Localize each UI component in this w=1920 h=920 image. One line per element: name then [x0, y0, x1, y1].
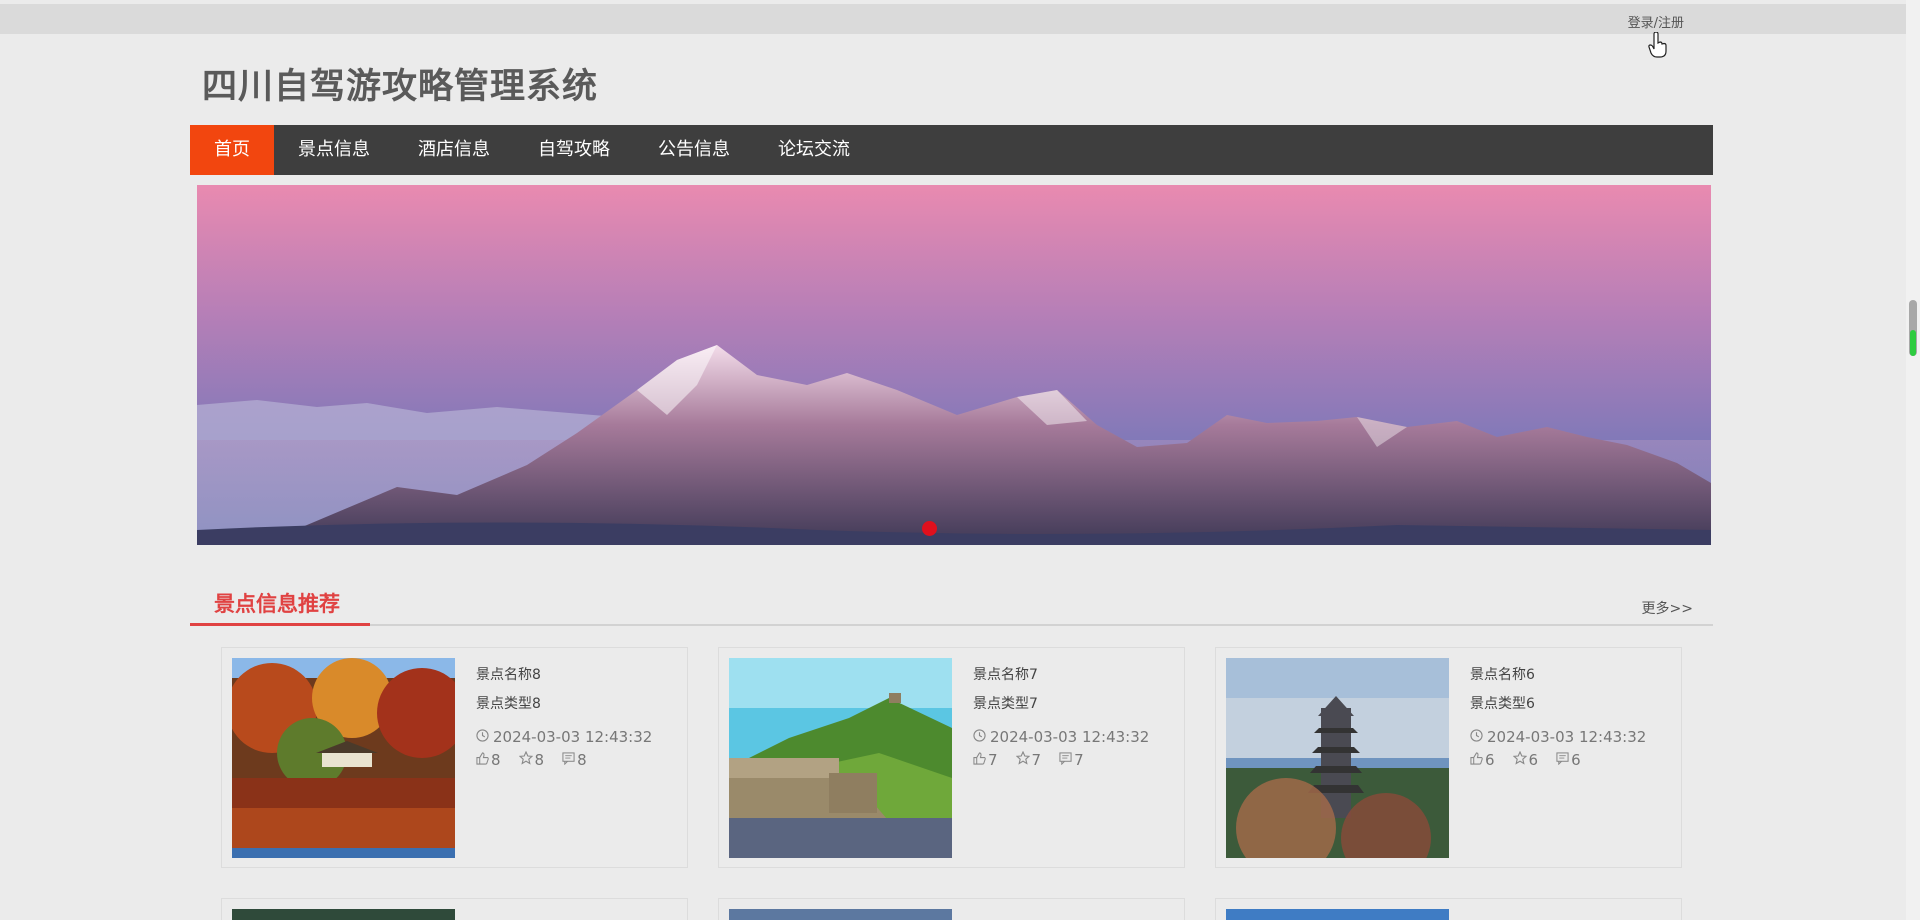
publish-time: 2024-03-03 12:43:32: [1487, 727, 1647, 746]
banner-mountain-image: [197, 185, 1711, 545]
attraction-thumbnail[interactable]: [1226, 909, 1449, 920]
favorite-count[interactable]: 7: [1015, 750, 1041, 769]
clock-icon: [1470, 728, 1483, 746]
hero-banner[interactable]: [197, 185, 1711, 545]
comment-count[interactable]: 7: [1059, 751, 1084, 769]
thumbs-up-icon: [476, 751, 489, 769]
top-bar: 登录/注册: [0, 4, 1906, 34]
attraction-type: 景点类型8: [476, 696, 541, 712]
nav-attractions[interactable]: 景点信息: [274, 125, 394, 175]
carousel-dot[interactable]: [922, 521, 937, 536]
publish-time: 2024-03-03 12:43:32: [493, 727, 653, 746]
attraction-card-partial[interactable]: [718, 898, 1185, 920]
star-icon: [1512, 750, 1527, 769]
attraction-name: 景点名称6: [1470, 667, 1535, 683]
attraction-card[interactable]: 景点名称7 景点类型7 2024-03-03 12:43:32 7 7 7: [718, 647, 1185, 868]
attraction-thumbnail[interactable]: [232, 909, 455, 920]
more-link[interactable]: 更多>>: [1642, 598, 1693, 618]
favorite-count[interactable]: 6: [1512, 750, 1538, 769]
like-count[interactable]: 6: [1470, 751, 1495, 769]
favorite-count[interactable]: 8: [518, 750, 544, 769]
thumbs-up-icon: [973, 751, 986, 769]
comment-count[interactable]: 8: [562, 751, 587, 769]
like-count[interactable]: 7: [973, 751, 998, 769]
clock-icon: [476, 728, 489, 746]
login-register-link[interactable]: 登录/注册: [1628, 12, 1684, 31]
attraction-type: 景点类型6: [1470, 696, 1535, 712]
attraction-info: 景点名称7 景点类型7 2024-03-03 12:43:32 7 7 7: [973, 664, 1149, 769]
comment-count[interactable]: 6: [1556, 751, 1581, 769]
comment-icon: [562, 751, 575, 769]
scrollbar-indicator: [1910, 330, 1916, 356]
attraction-type: 景点类型7: [973, 696, 1038, 712]
nav-forum[interactable]: 论坛交流: [754, 125, 874, 175]
attraction-card-partial[interactable]: [1215, 898, 1682, 920]
nav-hotels[interactable]: 酒店信息: [394, 125, 514, 175]
page-scrollbar[interactable]: [1906, 0, 1920, 920]
attraction-thumbnail[interactable]: [232, 658, 455, 858]
clock-icon: [973, 728, 986, 746]
nav-announcements[interactable]: 公告信息: [634, 125, 754, 175]
nav-driving-guides[interactable]: 自驾攻略: [514, 125, 634, 175]
attraction-name: 景点名称8: [476, 667, 541, 683]
section-title: 景点信息推荐: [190, 588, 370, 626]
attraction-card-partial[interactable]: [221, 898, 688, 920]
main-nav: 首页 景点信息 酒店信息 自驾攻略 公告信息 论坛交流: [190, 125, 1713, 175]
attraction-info: 景点名称6 景点类型6 2024-03-03 12:43:32 6 6 6: [1470, 664, 1646, 769]
attraction-info: 景点名称8 景点类型8 2024-03-03 12:43:32 8 8 8: [476, 664, 652, 769]
comment-icon: [1059, 751, 1072, 769]
attraction-thumbnail[interactable]: [1226, 658, 1449, 858]
like-count[interactable]: 8: [476, 751, 501, 769]
nav-home[interactable]: 首页: [190, 125, 274, 175]
star-icon: [518, 750, 533, 769]
attraction-thumbnail[interactable]: [729, 909, 952, 920]
site-title: 四川自驾游攻略管理系统: [202, 67, 599, 107]
publish-time: 2024-03-03 12:43:32: [990, 727, 1150, 746]
hand-pointer-icon: [1648, 31, 1668, 62]
star-icon: [1015, 750, 1030, 769]
section-header: 景点信息推荐 更多>>: [190, 580, 1713, 626]
attraction-card[interactable]: 景点名称6 景点类型6 2024-03-03 12:43:32 6 6 6: [1215, 647, 1682, 868]
thumbs-up-icon: [1470, 751, 1483, 769]
attraction-card[interactable]: 景点名称8 景点类型8 2024-03-03 12:43:32 8 8 8: [221, 647, 688, 868]
comment-icon: [1556, 751, 1569, 769]
attraction-name: 景点名称7: [973, 667, 1038, 683]
attraction-thumbnail[interactable]: [729, 658, 952, 858]
